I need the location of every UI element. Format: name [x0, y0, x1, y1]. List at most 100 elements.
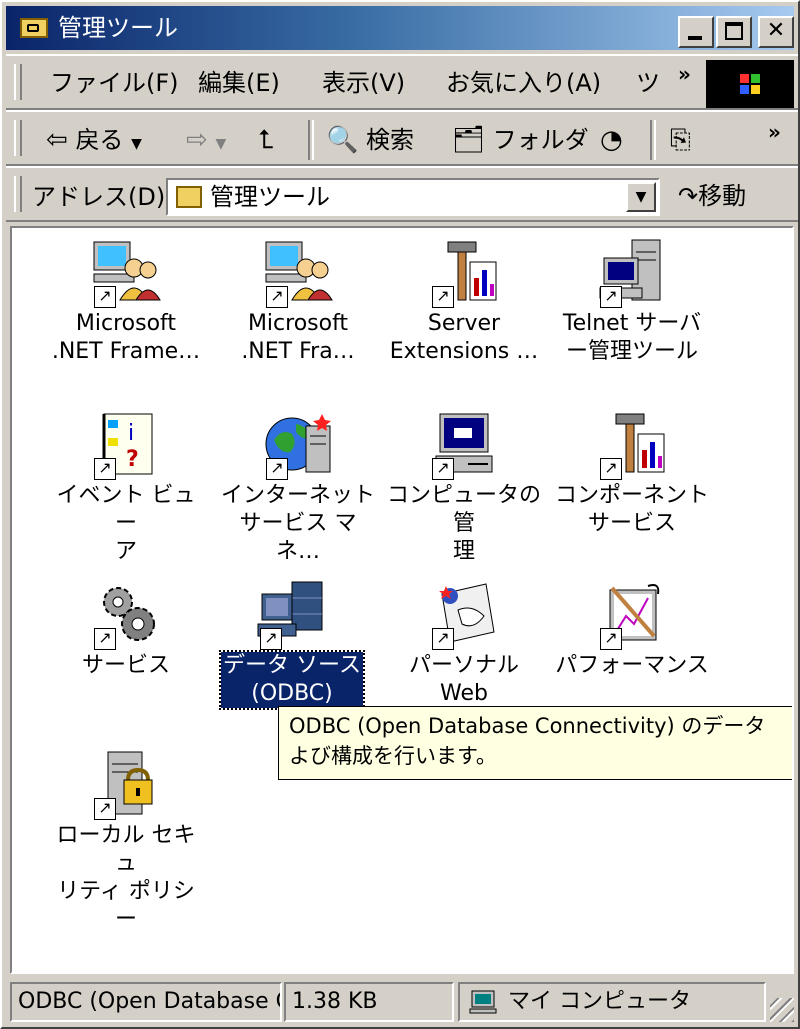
folders-button[interactable]: 🗂 フォルダ [452, 120, 589, 160]
performance-icon: ↗ [596, 580, 668, 652]
back-button[interactable]: ⇦ 戻る ▼ [46, 120, 142, 160]
file-item-label: Server Extensions … [389, 311, 539, 364]
back-dropdown-icon[interactable]: ▼ [131, 136, 142, 152]
go-label: 移動 [698, 182, 747, 210]
file-item-label: ローカル セキュ リティ ポリシー [56, 823, 196, 932]
search-button[interactable]: 🔍 検索 [326, 120, 414, 160]
shortcut-arrow-icon: ↗ [94, 628, 116, 650]
file-item-label: イベント ビュー ア [56, 483, 196, 564]
shortcut-arrow-icon: ↗ [600, 458, 622, 480]
menu-edit[interactable]: 編集(E) [198, 66, 280, 100]
address-input[interactable]: 管理ツール ▼ [166, 178, 660, 216]
menu-view[interactable]: 表示(V) [322, 66, 405, 100]
menu-bar: ファイル(F) 編集(E) 表示(V) お気に入り(A) ツ » [6, 54, 798, 110]
menu-file[interactable]: ファイル(F) [50, 66, 179, 100]
tools-chart-icon: ↗ [428, 238, 500, 310]
maximize-button[interactable] [716, 16, 752, 48]
folder-icon [176, 186, 202, 208]
file-item-label: コンポーネント サービス [554, 483, 709, 536]
resize-grip-icon[interactable] [770, 998, 794, 1022]
toolbar-grip[interactable] [14, 120, 22, 156]
file-item[interactable]: ↗ インターネット サービス マネ… [218, 410, 378, 566]
file-item-label: インターネット サービス マネ… [220, 483, 375, 564]
address-dropdown-button[interactable]: ▼ [626, 182, 656, 212]
menu-favorites[interactable]: お気に入り(A) [446, 66, 601, 100]
forward-arrow-icon: ⇨ [186, 125, 208, 155]
go-button[interactable]: ↷移動 [678, 178, 746, 214]
windows-logo-icon [706, 60, 794, 108]
file-item[interactable]: ↗ パフォーマンス [552, 580, 712, 680]
folders-label: フォルダ [492, 126, 589, 154]
security-lock-icon: ↗ [90, 750, 162, 822]
shortcut-arrow-icon: ↗ [94, 458, 116, 480]
computer-users-icon: ↗ [90, 238, 162, 310]
file-item[interactable]: i? ↗ イベント ビュー ア [46, 410, 206, 566]
file-item-label: Telnet サーバ ー管理ツール [562, 311, 702, 364]
tools-chart-icon: ↗ [596, 410, 668, 482]
computer-users-icon: ↗ [262, 238, 334, 310]
menu-chevron-icon[interactable]: » [678, 62, 691, 86]
history-button[interactable]: ◔ [600, 120, 623, 160]
file-item[interactable]: ↗ コンピュータの管 理 [384, 410, 544, 566]
toolbar-chevron-icon[interactable]: » [768, 120, 781, 144]
file-item[interactable]: ↗ Server Extensions … [384, 238, 544, 366]
file-item[interactable]: ↗ Microsoft .NET Fra… [218, 238, 378, 366]
gears-icon: ↗ [90, 580, 162, 652]
folder-window-icon[interactable] [20, 18, 48, 38]
minimize-button[interactable] [678, 16, 714, 48]
shortcut-arrow-icon: ↗ [266, 458, 288, 480]
shortcut-arrow-icon: ↗ [432, 458, 454, 480]
move-to-button[interactable]: ⎘ [670, 120, 691, 160]
item-tooltip: ODBC (Open Database Connectivity) のデータ よ… [278, 706, 792, 780]
file-item-label: コンピュータの管 理 [386, 483, 541, 564]
globe-server-icon: ↗ [262, 410, 334, 482]
status-zone-label: マイ コンピュータ [508, 989, 691, 1014]
svg-text:?: ? [126, 447, 139, 472]
status-zone: マイ コンピュータ [458, 982, 766, 1022]
file-item-label: データ ソース (ODBC) [219, 650, 365, 710]
file-item-selected[interactable]: ↗ データ ソース (ODBC) [212, 580, 372, 710]
shortcut-arrow-icon: ↗ [600, 286, 622, 308]
my-computer-icon [469, 990, 497, 1014]
file-list-view[interactable]: ↗ Microsoft .NET Frame… ↗ Microsoft .NET… [10, 226, 794, 974]
back-arrow-icon: ⇦ [46, 125, 68, 155]
status-bar: ODBC (Open Database Connectivity) のデータ 1… [6, 978, 798, 1026]
go-arrow-icon: ↷ [678, 182, 699, 210]
file-item[interactable]: ↗ Telnet サーバ ー管理ツール [552, 238, 712, 366]
server-computer-icon: ↗ [596, 238, 668, 310]
shortcut-arrow-icon: ↗ [94, 798, 116, 820]
file-item[interactable]: ↗ サービス [46, 580, 206, 680]
folders-icon: 🗂 [452, 125, 486, 155]
personal-web-manager-icon: ↗ [428, 580, 500, 652]
back-label: 戻る [75, 126, 124, 154]
forward-dropdown-icon[interactable]: ▼ [215, 136, 226, 152]
menu-tools[interactable]: ツ [636, 66, 664, 100]
file-item-label: パフォーマンス [555, 653, 709, 678]
database-odbc-icon: ↗ [256, 580, 328, 652]
svg-text:i: i [128, 421, 134, 446]
file-item[interactable]: ↗ Microsoft .NET Frame… [46, 238, 206, 366]
address-value[interactable]: 管理ツール [210, 180, 330, 214]
address-label: アドレス(D) [32, 183, 166, 211]
shortcut-arrow-icon: ↗ [94, 286, 116, 308]
title-bar[interactable]: 管理ツール ✕ [6, 6, 794, 50]
event-log-icon: i? ↗ [90, 410, 162, 482]
address-bar: アドレス(D) 管理ツール ▼ ↷移動 [6, 166, 798, 222]
file-item[interactable]: ↗ ローカル セキュ リティ ポリシー [46, 750, 206, 934]
file-item-label: Microsoft .NET Fra… [241, 311, 355, 364]
forward-button[interactable]: ⇨ ▼ [186, 120, 226, 160]
search-icon: 🔍 [326, 125, 359, 155]
file-item-label: サービス [81, 653, 170, 678]
shortcut-arrow-icon: ↗ [432, 628, 454, 650]
address-grip[interactable] [14, 176, 22, 212]
window-title: 管理ツール [58, 14, 178, 42]
menu-grip[interactable] [14, 64, 22, 100]
computer-management-icon: ↗ [428, 410, 500, 482]
shortcut-arrow-icon: ↗ [432, 286, 454, 308]
file-item[interactable]: ↗ コンポーネント サービス [552, 410, 712, 538]
toolbar-separator [650, 120, 656, 160]
close-button[interactable]: ✕ [758, 16, 794, 48]
up-folder-button[interactable]: ⮤ [258, 120, 273, 160]
shortcut-arrow-icon: ↗ [260, 628, 282, 650]
up-folder-icon: ⮤ [258, 125, 274, 155]
